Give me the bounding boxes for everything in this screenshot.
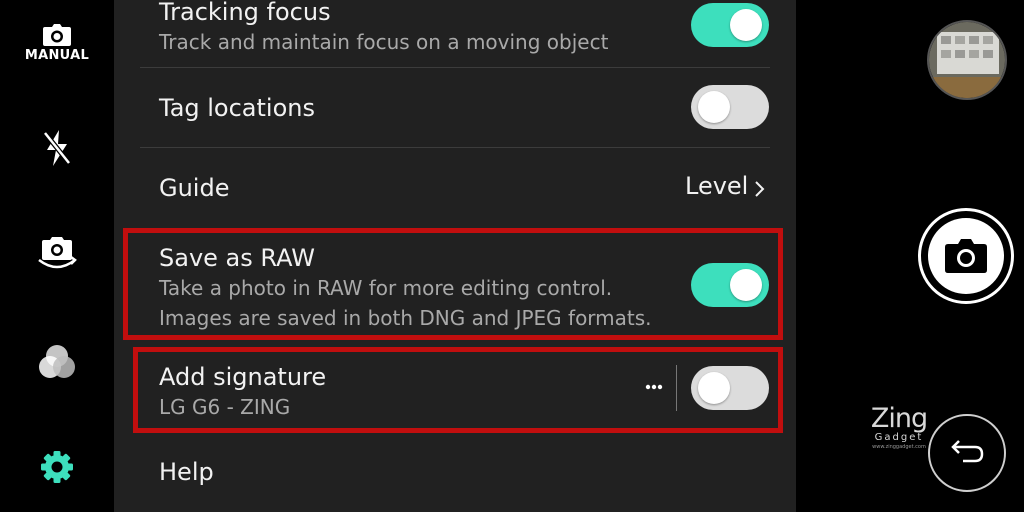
switch-camera-icon <box>38 237 77 269</box>
setting-tag-locations[interactable]: Tag locations <box>140 68 770 147</box>
back-arrow-icon <box>951 440 984 463</box>
setting-guide[interactable]: Guide Level <box>140 148 770 226</box>
camera-side-rail: MANUAL <box>0 0 114 512</box>
manual-mode-label: MANUAL <box>24 48 90 63</box>
setting-help[interactable]: Help <box>140 440 770 512</box>
toggle-knob <box>698 91 730 123</box>
settings-icon <box>41 451 73 483</box>
raw-highlight-box <box>123 228 783 340</box>
thumbnail-image <box>929 22 1005 98</box>
settings-button[interactable] <box>0 450 114 484</box>
setting-title: Tag locations <box>159 94 315 122</box>
back-button[interactable] <box>928 414 1006 492</box>
gallery-thumbnail[interactable] <box>927 20 1007 100</box>
setting-title: Help <box>159 458 214 486</box>
filter-icon <box>39 345 75 378</box>
camera-mode-icon <box>43 24 71 46</box>
flash-button[interactable] <box>0 130 114 166</box>
signature-highlight-box <box>133 347 783 433</box>
setting-title: Guide <box>159 174 230 202</box>
tag-locations-toggle[interactable] <box>691 85 769 129</box>
setting-tracking-focus[interactable]: Tracking focus Track and maintain focus … <box>140 0 770 68</box>
watermark-logo: Zing Gadget www.zinggadget.com <box>864 405 934 451</box>
filter-button[interactable] <box>0 344 114 380</box>
manual-mode-button[interactable]: MANUAL <box>0 24 114 63</box>
setting-subtitle: Track and maintain focus on a moving obj… <box>159 30 609 54</box>
settings-panel: Tracking focus Track and maintain focus … <box>114 0 796 512</box>
switch-camera-button[interactable] <box>0 236 114 272</box>
flash-off-icon <box>43 130 71 166</box>
tracking-focus-toggle[interactable] <box>691 3 769 47</box>
guide-value: Level <box>685 172 749 200</box>
shutter-button[interactable] <box>918 208 1014 304</box>
camera-icon <box>945 239 987 273</box>
shutter-inner <box>928 218 1004 294</box>
chevron-right-icon <box>755 181 765 197</box>
watermark-main: Zing <box>870 403 928 434</box>
watermark-url: www.zinggadget.com <box>872 444 926 450</box>
toggle-knob <box>730 9 762 41</box>
setting-title: Tracking focus <box>159 0 331 26</box>
